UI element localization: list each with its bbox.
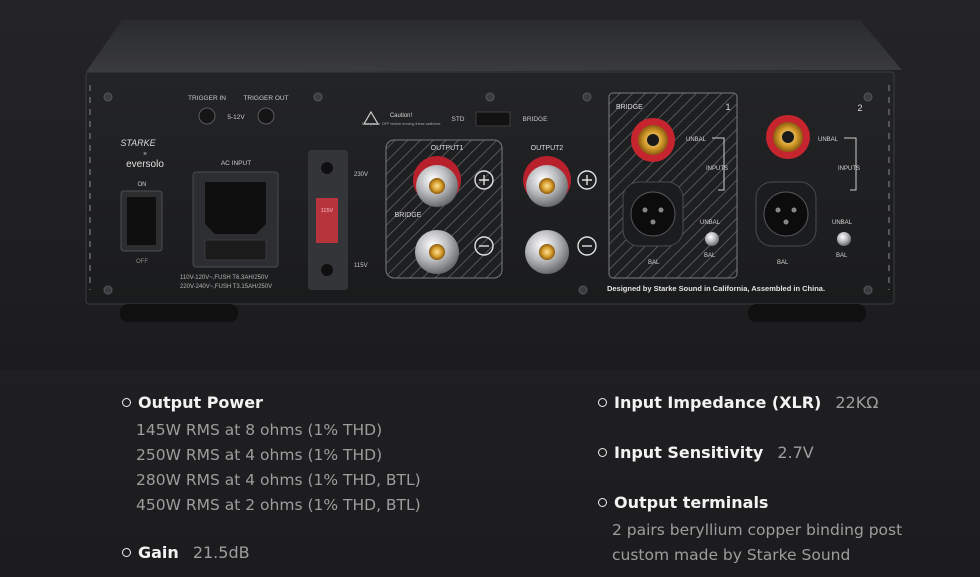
bullet-icon: [122, 398, 131, 407]
channel-1-label: 1: [725, 102, 730, 112]
bridge-switch-label: BRIDGE: [523, 116, 549, 123]
bal-switch-label-2: BAL: [836, 253, 848, 259]
caution-title: Caution!: [390, 113, 413, 119]
spec-input-impedance: Input Impedance (XLR) 22KΩ: [598, 393, 878, 413]
bullet-icon: [598, 398, 607, 407]
input-impedance-title: Input Impedance (XLR): [614, 393, 822, 412]
channel-2-label: 2: [857, 103, 862, 113]
brand-starke: STARKE: [120, 138, 156, 148]
binding-post-output2-negative[interactable]: [525, 230, 569, 274]
voltage-230-label: 230V: [354, 172, 368, 178]
brand-x: ×: [143, 151, 147, 158]
ac-input-label: AC INPUT: [221, 160, 251, 167]
input-sensitivity-title: Input Sensitivity: [614, 443, 764, 462]
bullet-icon: [122, 548, 131, 557]
output-terminals-line: custom made by Starke Sound: [612, 546, 851, 564]
trigger-out-label: TRIGGER OUT: [243, 95, 288, 102]
xlr-input-1[interactable]: [622, 181, 684, 247]
amplifier-rear-panel-image: TRIGGER IN TRIGGER OUT 5-12V STARKE × ev…: [0, 0, 980, 370]
input-selector-2[interactable]: [837, 232, 851, 246]
spec-input-sensitivity: Input Sensitivity 2.7V: [598, 443, 814, 463]
trigger-in-label: TRIGGER IN: [188, 95, 226, 102]
input-bridge-label: BRIDGE: [616, 104, 643, 111]
bullet-icon: [598, 448, 607, 457]
output-terminals-title: Output terminals: [614, 493, 769, 512]
spec-gain: Gain 21.5dB: [122, 543, 250, 563]
bal-label-2: BAL: [777, 260, 789, 266]
output-power-title: Output Power: [138, 393, 263, 412]
voltage-switch-label: 115V: [321, 208, 334, 214]
input-selector-1[interactable]: [705, 232, 719, 246]
input-sensitivity-value: 2.7V: [777, 443, 814, 462]
bridge-label: BRIDGE: [395, 212, 422, 219]
spec-output-power: Output Power 145W RMS at 8 ohms (1% THD)…: [122, 393, 421, 518]
rca-input-1[interactable]: [631, 118, 675, 162]
output-power-line: 280W RMS at 4 ohms (1% THD, BTL): [136, 471, 421, 489]
fuse-110-label: 110V-120V~,FUSH T6.3AH/250V: [180, 275, 268, 281]
std-label: STD: [452, 116, 465, 123]
trigger-in-jack[interactable]: [198, 107, 216, 125]
inputs-label-2: INPUTS: [838, 166, 860, 172]
specifications: Output Power 145W RMS at 8 ohms (1% THD)…: [0, 370, 980, 577]
power-off-label: OFF: [136, 259, 148, 265]
spec-output-terminals: Output terminals 2 pairs beryllium coppe…: [598, 493, 902, 568]
output1-label: OUTPUT1: [431, 145, 464, 152]
fuse-220-label: 220V-240V~,FUSH T3.15AH/250V: [180, 284, 272, 290]
trigger-out-jack[interactable]: [257, 107, 275, 125]
output-power-line: 145W RMS at 8 ohms (1% THD): [136, 421, 383, 439]
caution-text: Turn power OFF before moving these switc…: [362, 122, 441, 126]
std-bridge-switch[interactable]: [475, 111, 511, 127]
output2-label: OUTPUT2: [531, 145, 564, 152]
designed-by-label: Designed by Starke Sound in California, …: [607, 284, 825, 293]
gain-value: 21.5dB: [192, 543, 250, 562]
voltage-115-label: 115V: [354, 263, 368, 269]
power-on-label: ON: [138, 182, 147, 188]
bal-switch-label-1: BAL: [704, 253, 716, 259]
xlr-input-2[interactable]: [755, 181, 817, 247]
unbal-label-2: UNBAL: [818, 137, 839, 143]
trigger-voltage-label: 5-12V: [227, 114, 245, 121]
output-terminals-line: 2 pairs beryllium copper binding post: [612, 521, 903, 539]
output-power-line: 450W RMS at 2 ohms (1% THD, BTL): [136, 496, 421, 514]
input-impedance-value: 22KΩ: [835, 393, 879, 412]
rca-input-2[interactable]: [766, 115, 810, 159]
output-power-line: 250W RMS at 4 ohms (1% THD): [136, 446, 383, 464]
unbal-switch-label-1: UNBAL: [700, 220, 721, 226]
bullet-icon: [598, 498, 607, 507]
unbal-label-1: UNBAL: [686, 137, 707, 143]
binding-post-output1-negative[interactable]: [415, 230, 459, 274]
brand-eversolo: eversolo: [126, 159, 164, 170]
gain-title: Gain: [138, 543, 179, 562]
inputs-label-1: INPUTS: [706, 166, 728, 172]
unbal-switch-label-2: UNBAL: [832, 220, 853, 226]
bal-label-1: BAL: [648, 260, 660, 266]
